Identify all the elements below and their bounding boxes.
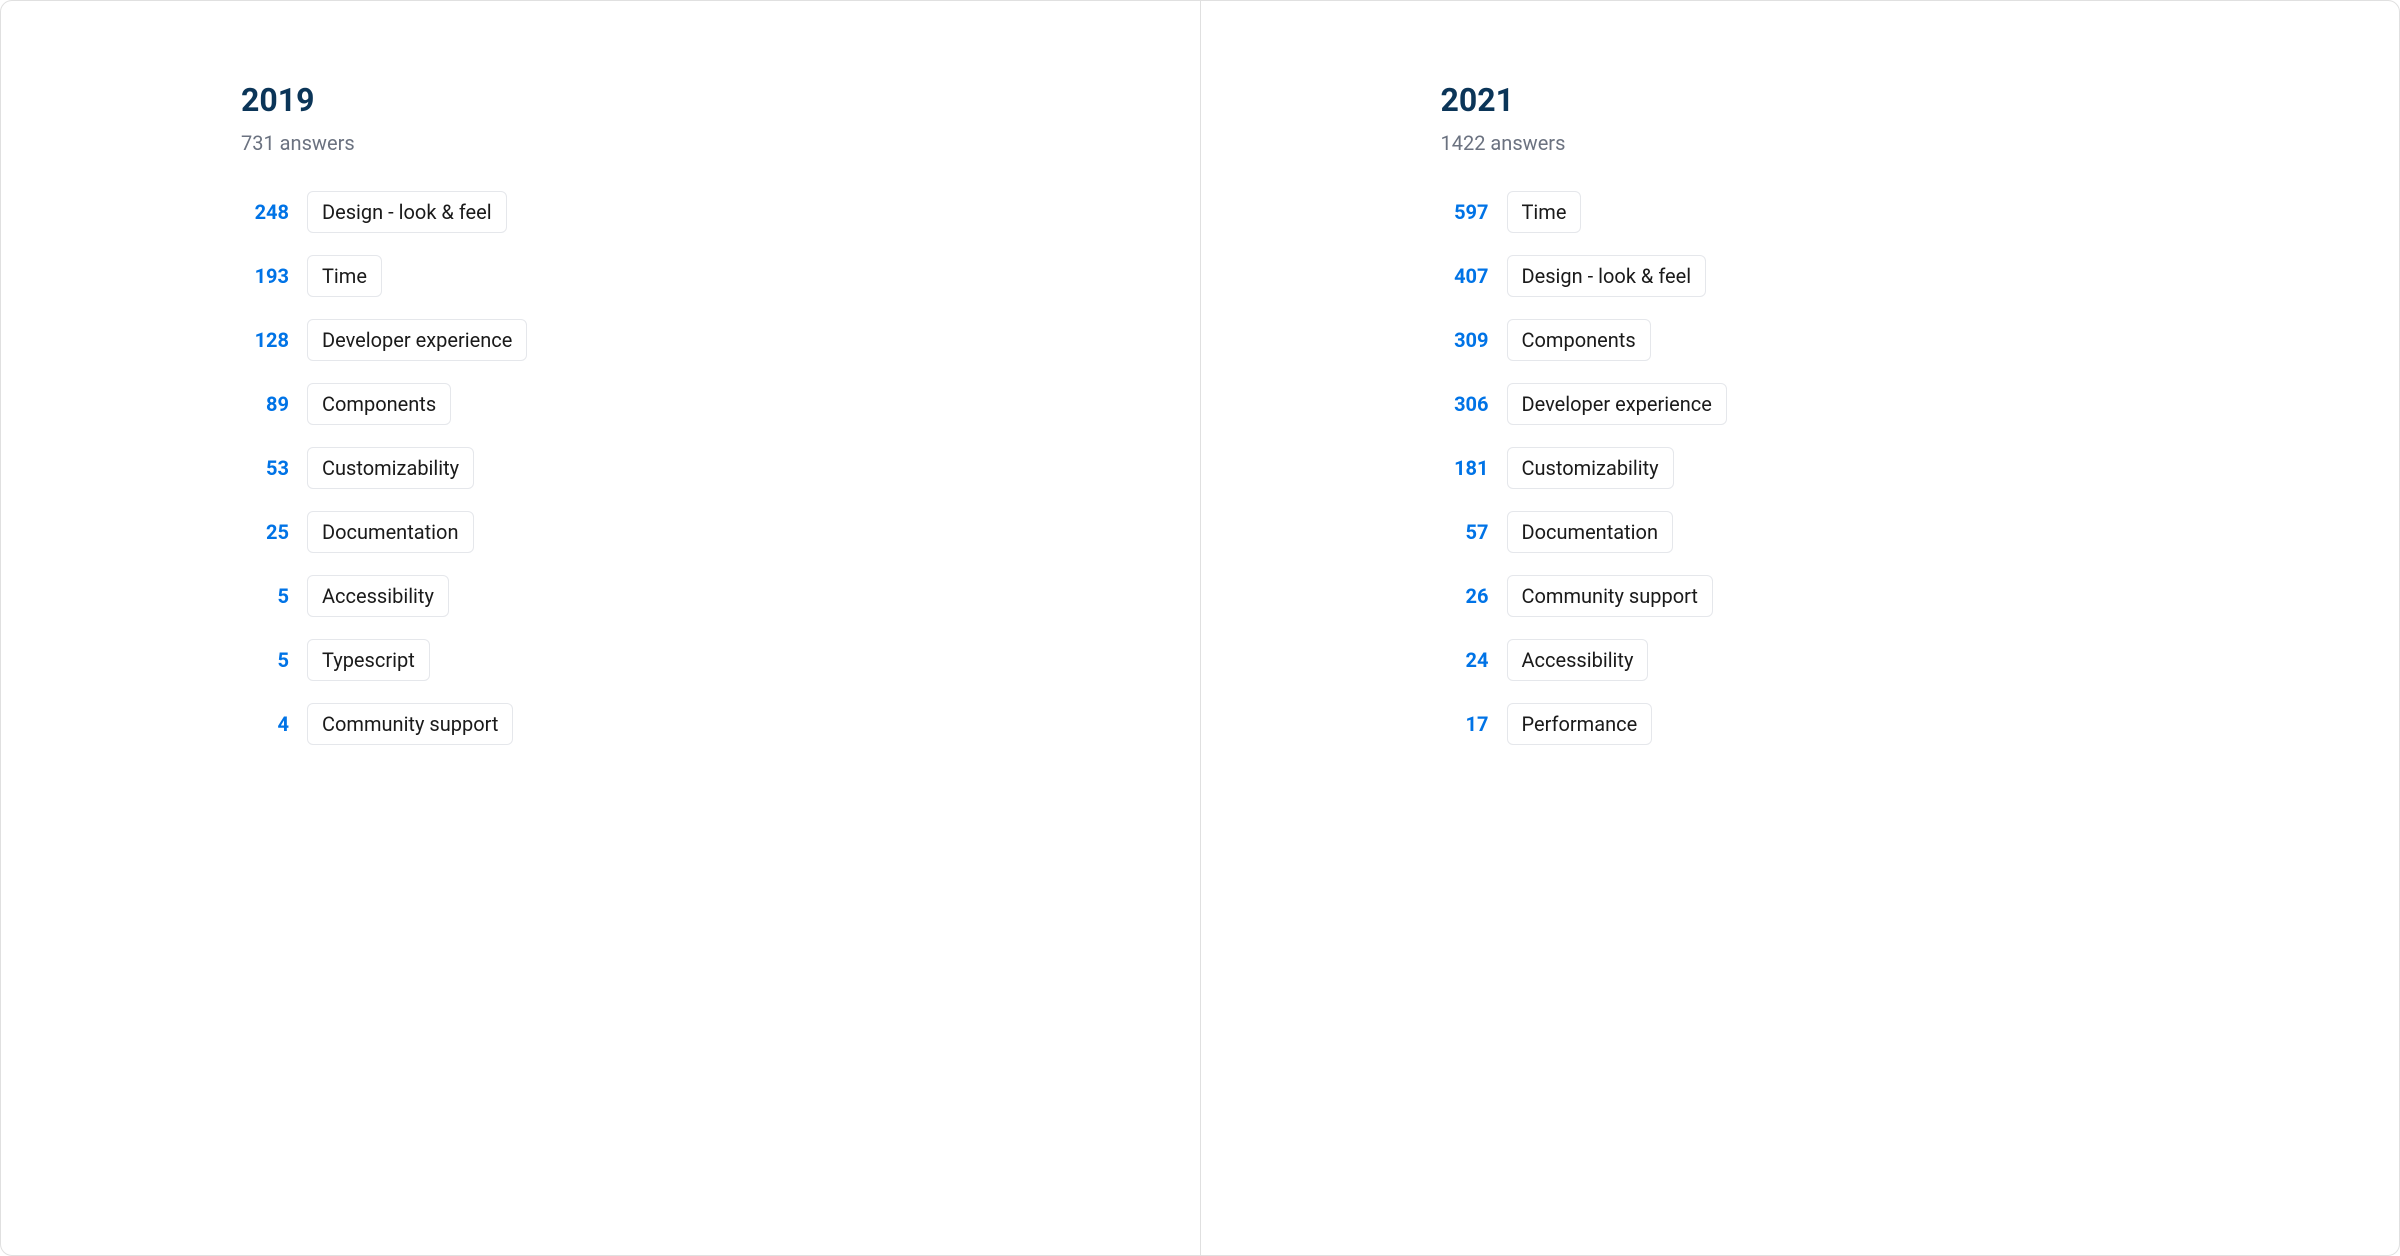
list-item: 17 Performance <box>1441 703 2350 745</box>
list-item: 53 Customizability <box>241 447 1150 489</box>
items-list-2019: 248 Design - look & feel 193 Time 128 De… <box>241 191 1150 745</box>
list-item: 128 Developer experience <box>241 319 1150 361</box>
item-label: Documentation <box>307 511 474 553</box>
item-label: Customizability <box>307 447 474 489</box>
item-count: 597 <box>1441 200 1489 224</box>
list-item: 25 Documentation <box>241 511 1150 553</box>
list-item: 309 Components <box>1441 319 2350 361</box>
comparison-container: 2019 731 answers 248 Design - look & fee… <box>0 0 2400 1256</box>
item-label: Design - look & feel <box>1507 255 1707 297</box>
item-label: Developer experience <box>307 319 527 361</box>
item-label: Customizability <box>1507 447 1674 489</box>
panel-2019: 2019 731 answers 248 Design - look & fee… <box>1 1 1201 1255</box>
item-count: 407 <box>1441 264 1489 288</box>
item-count: 5 <box>241 648 289 672</box>
list-item: 306 Developer experience <box>1441 383 2350 425</box>
item-count: 57 <box>1441 520 1489 544</box>
item-label: Community support <box>1507 575 1713 617</box>
item-label: Performance <box>1507 703 1653 745</box>
answers-count-2019: 731 answers <box>241 131 1150 155</box>
item-label: Community support <box>307 703 513 745</box>
item-label: Components <box>307 383 451 425</box>
answers-count-2021: 1422 answers <box>1441 131 2350 155</box>
item-label: Documentation <box>1507 511 1674 553</box>
list-item: 407 Design - look & feel <box>1441 255 2350 297</box>
list-item: 89 Components <box>241 383 1150 425</box>
item-count: 193 <box>241 264 289 288</box>
item-label: Accessibility <box>1507 639 1649 681</box>
list-item: 26 Community support <box>1441 575 2350 617</box>
list-item: 181 Customizability <box>1441 447 2350 489</box>
item-label: Time <box>1507 191 1582 233</box>
year-title-2019: 2019 <box>241 81 1150 119</box>
list-item: 57 Documentation <box>1441 511 2350 553</box>
item-count: 181 <box>1441 456 1489 480</box>
item-label: Time <box>307 255 382 297</box>
item-count: 25 <box>241 520 289 544</box>
list-item: 5 Accessibility <box>241 575 1150 617</box>
item-count: 4 <box>241 712 289 736</box>
item-count: 24 <box>1441 648 1489 672</box>
item-label: Typescript <box>307 639 430 681</box>
item-count: 5 <box>241 584 289 608</box>
item-count: 53 <box>241 456 289 480</box>
item-label: Design - look & feel <box>307 191 507 233</box>
list-item: 5 Typescript <box>241 639 1150 681</box>
item-count: 306 <box>1441 392 1489 416</box>
item-label: Components <box>1507 319 1651 361</box>
items-list-2021: 597 Time 407 Design - look & feel 309 Co… <box>1441 191 2350 745</box>
item-count: 26 <box>1441 584 1489 608</box>
item-count: 17 <box>1441 712 1489 736</box>
item-label: Developer experience <box>1507 383 1727 425</box>
item-count: 248 <box>241 200 289 224</box>
list-item: 248 Design - look & feel <box>241 191 1150 233</box>
list-item: 4 Community support <box>241 703 1150 745</box>
year-title-2021: 2021 <box>1441 81 2350 119</box>
list-item: 24 Accessibility <box>1441 639 2350 681</box>
list-item: 597 Time <box>1441 191 2350 233</box>
list-item: 193 Time <box>241 255 1150 297</box>
item-count: 89 <box>241 392 289 416</box>
item-count: 309 <box>1441 328 1489 352</box>
item-label: Accessibility <box>307 575 449 617</box>
item-count: 128 <box>241 328 289 352</box>
panel-2021: 2021 1422 answers 597 Time 407 Design - … <box>1201 1 2400 1255</box>
